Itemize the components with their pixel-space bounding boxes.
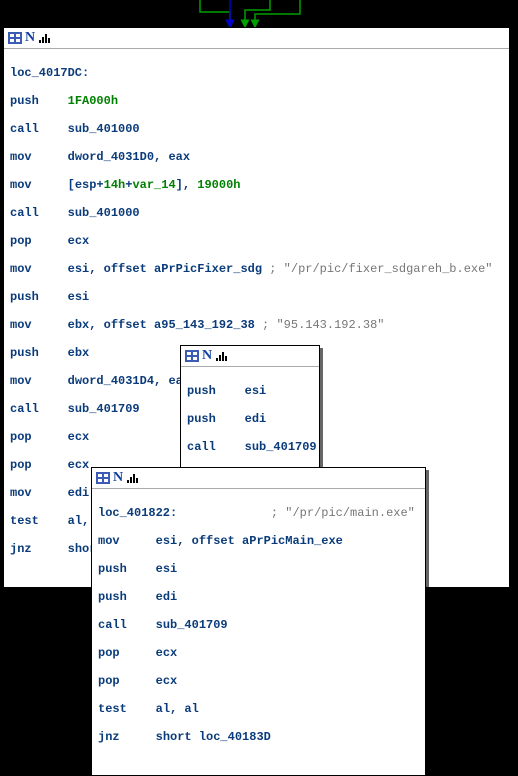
node-body: loc_401822: ; "/pr/pic/main.exe" mov esi… — [92, 489, 425, 775]
grid-icon — [8, 32, 22, 44]
grid-icon — [96, 472, 110, 484]
node-header: N — [92, 468, 425, 489]
n-icon: N — [113, 470, 123, 486]
n-icon: N — [25, 30, 35, 46]
bars-icon — [126, 472, 140, 484]
bars-icon — [215, 350, 229, 362]
grid-icon — [185, 350, 199, 362]
block-label: loc_401822: — [98, 506, 177, 520]
node-header: N — [4, 28, 509, 49]
block-label: loc_4017DC: — [10, 66, 89, 80]
n-icon: N — [202, 348, 212, 364]
disasm-node-401822[interactable]: N loc_401822: ; "/pr/pic/main.exe" mov e… — [91, 467, 426, 776]
node-header: N — [181, 346, 319, 367]
bars-icon — [38, 32, 52, 44]
